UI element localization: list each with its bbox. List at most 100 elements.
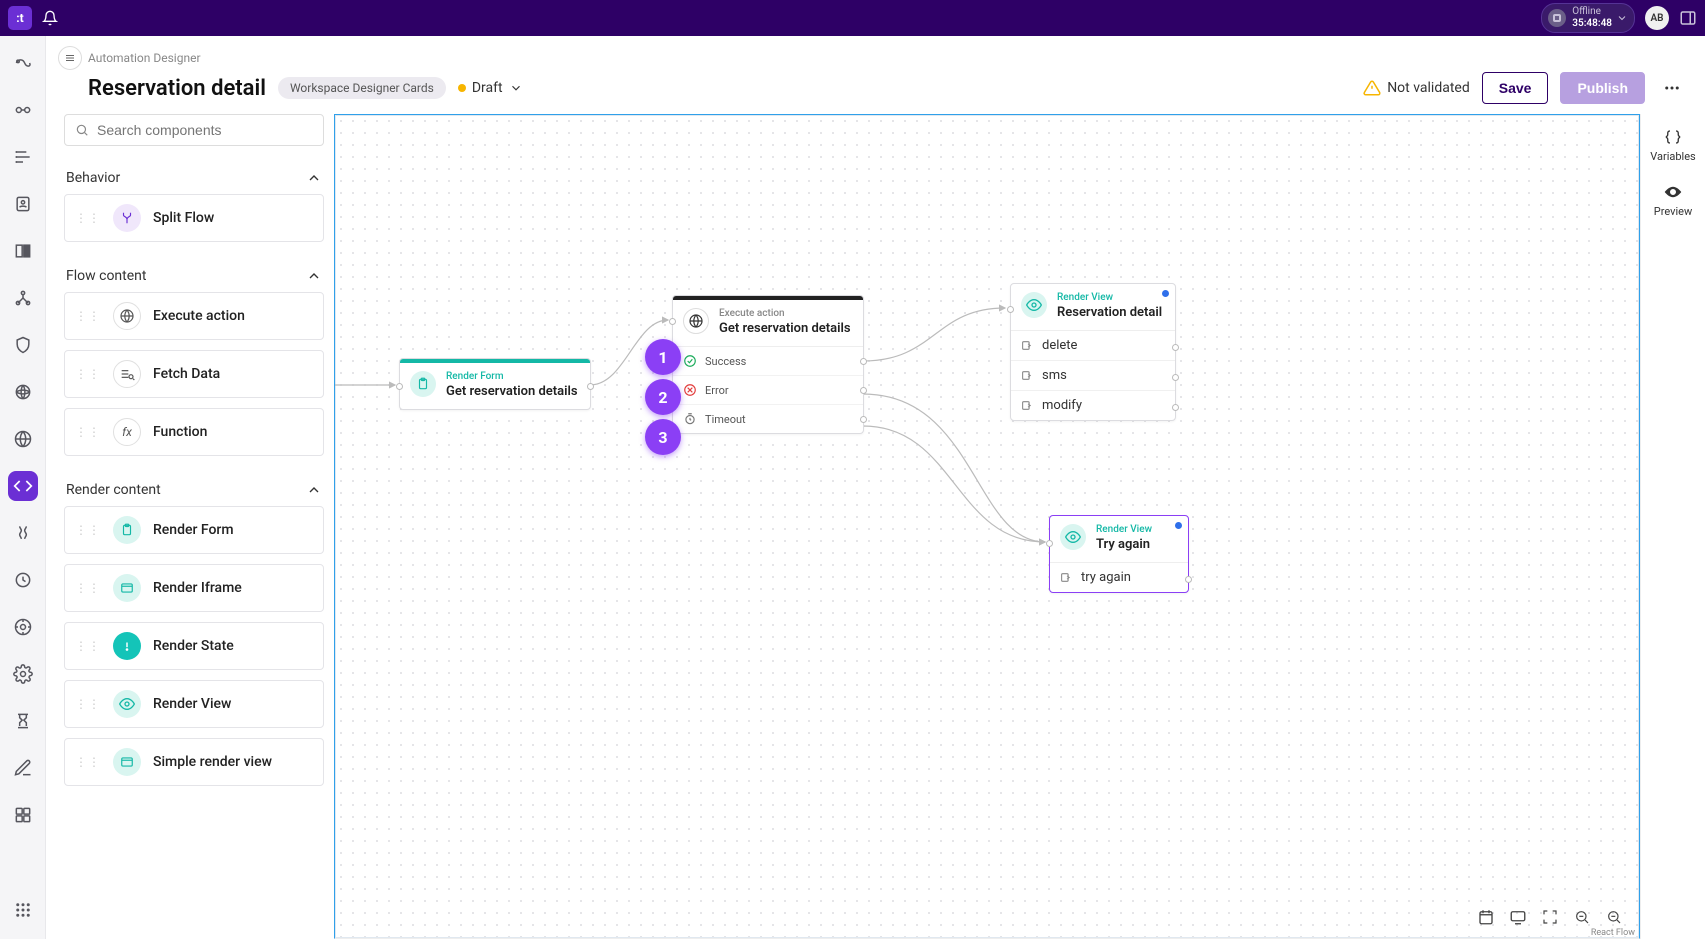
save-button[interactable]: Save [1482, 72, 1549, 104]
not-validated-badge: Not validated [1363, 79, 1470, 97]
action-delete[interactable]: delete [1011, 331, 1175, 360]
component-render-view[interactable]: ⋮⋮ Render View [64, 680, 324, 728]
node-render-form[interactable]: Render Form Get reservation details [399, 358, 591, 410]
node-execute-action[interactable]: Execute action Get reservation details S… [672, 295, 864, 434]
rail-item-6[interactable] [8, 283, 38, 313]
drag-handle-icon[interactable]: ⋮⋮ [75, 425, 101, 439]
action-sms[interactable]: sms [1011, 360, 1175, 390]
outcome-success[interactable]: Success [673, 347, 863, 375]
node-kind: Render Form [446, 371, 578, 382]
hamburger-button[interactable] [58, 46, 82, 70]
iframe-icon [113, 574, 141, 602]
calendar-icon[interactable] [1475, 906, 1497, 928]
rail-item-15[interactable] [8, 800, 38, 830]
rail-item-13[interactable] [8, 706, 38, 736]
drag-handle-icon[interactable]: ⋮⋮ [75, 309, 101, 323]
drag-handle-icon[interactable]: ⋮⋮ [75, 755, 101, 769]
notifications-icon[interactable] [42, 10, 58, 26]
action-label: delete [1042, 338, 1077, 353]
rail-item-9[interactable] [8, 424, 38, 454]
screen-icon[interactable] [1507, 906, 1529, 928]
section-behavior-head[interactable]: Behavior [64, 162, 324, 194]
outcome-error[interactable]: Error [673, 375, 863, 404]
outcome-timeout[interactable]: Timeout [673, 404, 863, 433]
port-out[interactable] [860, 358, 867, 365]
search-input-wrap[interactable] [64, 114, 324, 146]
rail-item-11[interactable] [8, 565, 38, 595]
search-input[interactable] [97, 122, 313, 138]
drag-handle-icon[interactable]: ⋮⋮ [75, 697, 101, 711]
component-label: Simple render view [153, 754, 272, 770]
step-badge-2: 2 [645, 379, 681, 415]
fullscreen-icon[interactable] [1539, 906, 1561, 928]
timeout-icon [683, 412, 697, 426]
rail-item-apps[interactable] [8, 895, 38, 925]
app-logo[interactable]: :t [8, 6, 32, 30]
rail-item-8[interactable] [8, 377, 38, 407]
breadcrumb[interactable]: Automation Designer [88, 51, 201, 65]
status-draft[interactable]: Draft [458, 80, 523, 96]
publish-button[interactable]: Publish [1560, 72, 1645, 104]
offline-badge[interactable]: Offline 35:48:48 [1541, 3, 1635, 33]
drag-handle-icon[interactable]: ⋮⋮ [75, 367, 101, 381]
rail-item-settings[interactable] [8, 659, 38, 689]
rail-item-1[interactable] [8, 48, 38, 78]
right-dock: Variables Preview [1640, 114, 1705, 939]
port-in[interactable] [396, 383, 403, 390]
component-label: Execute action [153, 308, 245, 324]
component-render-form[interactable]: ⋮⋮ Render Form [64, 506, 324, 554]
panel-toggle-icon[interactable] [1679, 9, 1697, 27]
more-button[interactable] [1657, 73, 1687, 103]
rail-item-code[interactable] [8, 471, 38, 501]
rail-item-3[interactable] [8, 142, 38, 172]
rail-item-14[interactable] [8, 753, 38, 783]
drag-handle-icon[interactable]: ⋮⋮ [75, 581, 101, 595]
flow-canvas[interactable]: Render Form Get reservation details Exec… [334, 114, 1640, 939]
port-out[interactable] [860, 387, 867, 394]
node-render-view-1[interactable]: Render View Reservation detail delete s [1010, 283, 1176, 421]
zoom-out-icon[interactable] [1571, 906, 1593, 928]
port-in[interactable] [1007, 306, 1014, 313]
drag-handle-icon[interactable]: ⋮⋮ [75, 211, 101, 225]
edges-layer [335, 115, 635, 265]
component-split-flow[interactable]: ⋮⋮ Split Flow [64, 194, 324, 242]
dock-preview[interactable]: Preview [1654, 183, 1692, 218]
component-render-iframe[interactable]: ⋮⋮ Render Iframe [64, 564, 324, 612]
port-out[interactable] [1185, 576, 1192, 583]
rail-item-4[interactable] [8, 189, 38, 219]
eye-icon [1060, 524, 1086, 550]
warning-icon [1363, 79, 1381, 97]
rail-item-10[interactable] [8, 518, 38, 548]
port-in[interactable] [669, 318, 676, 325]
component-fetch-data[interactable]: ⋮⋮ Fetch Data [64, 350, 324, 398]
search-icon [75, 123, 89, 137]
port-out[interactable] [587, 383, 594, 390]
rail-item-12[interactable] [8, 612, 38, 642]
drag-handle-icon[interactable]: ⋮⋮ [75, 523, 101, 537]
section-label: Flow content [66, 268, 146, 284]
component-function[interactable]: ⋮⋮ fx Function [64, 408, 324, 456]
drag-handle-icon[interactable]: ⋮⋮ [75, 639, 101, 653]
component-simple-render-view[interactable]: ⋮⋮ Simple render view [64, 738, 324, 786]
port-out[interactable] [1172, 344, 1179, 351]
zoom-out-icon-2[interactable] [1603, 906, 1625, 928]
workspace-tag[interactable]: Workspace Designer Cards [278, 77, 446, 99]
action-try-again[interactable]: try again [1050, 563, 1188, 592]
port-out[interactable] [1172, 404, 1179, 411]
rail-item-2[interactable] [8, 95, 38, 125]
rail-item-7[interactable] [8, 330, 38, 360]
component-render-state[interactable]: ⋮⋮ Render State [64, 622, 324, 670]
action-modify[interactable]: modify [1011, 390, 1175, 420]
port-out[interactable] [1172, 374, 1179, 381]
section-render-head[interactable]: Render content [64, 474, 324, 506]
port-out[interactable] [860, 416, 867, 423]
node-render-view-2[interactable]: Render View Try again try again [1049, 515, 1189, 593]
avatar[interactable]: AB [1645, 6, 1669, 30]
rail-item-5[interactable] [8, 236, 38, 266]
port-in[interactable] [1046, 540, 1053, 547]
section-label: Render content [66, 482, 161, 498]
section-flow-head[interactable]: Flow content [64, 260, 324, 292]
component-execute-action[interactable]: ⋮⋮ Execute action [64, 292, 324, 340]
dock-variables[interactable]: Variables [1650, 128, 1696, 163]
outcome-label: Timeout [705, 413, 746, 426]
